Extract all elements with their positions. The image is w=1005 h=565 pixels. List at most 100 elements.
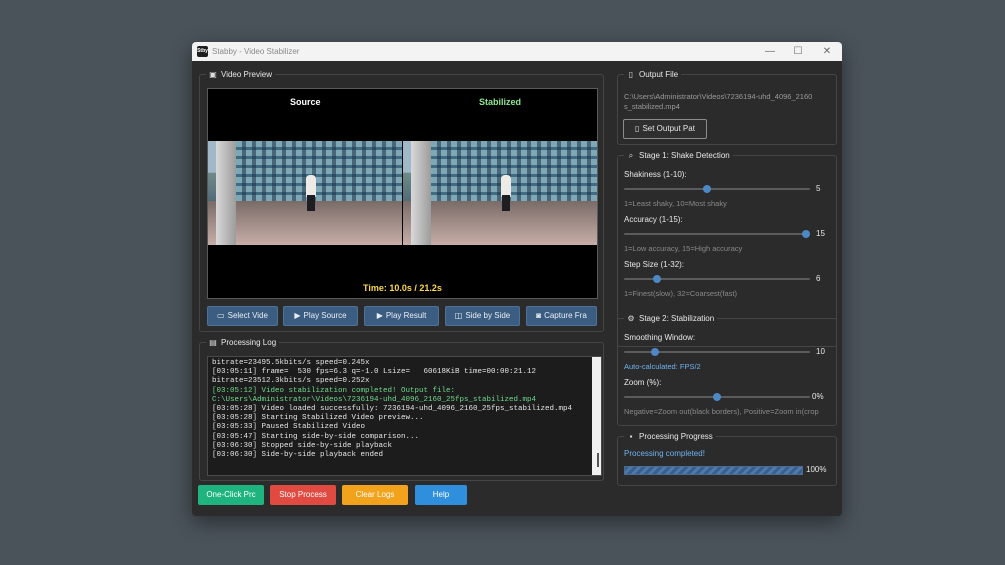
accuracy-value: 15 xyxy=(816,229,825,238)
source-label: Source xyxy=(290,97,321,107)
processing-log-group: ▤ Processing Log bitrate=23495.5kbits/s … xyxy=(199,338,604,481)
gear-icon: ⚙ xyxy=(627,313,635,323)
progress-title: ▪ Processing Progress xyxy=(624,432,716,441)
side-by-side-button[interactable]: ◫ Side by Side xyxy=(445,306,520,326)
file-icon: ▯ xyxy=(628,69,634,79)
output-path-line1: C:\Users\Administrator\Videos\7236194-uh… xyxy=(624,92,813,101)
stage2-title-text: Stage 2: Stabilization xyxy=(639,314,715,323)
video-canvas[interactable]: Source Stabilized Time: 10.0s / 21.2s xyxy=(207,88,598,299)
camera-icon: ◙ xyxy=(536,311,542,320)
title-bar: Stby Stabby - Video Stabilizer — ☐ ✕ xyxy=(192,42,842,61)
accuracy-label: Accuracy (1-15): xyxy=(624,215,683,224)
output-file-group: ▯ Output File C:\Users\Administrator\Vid… xyxy=(617,70,837,145)
select-video-label: Select Vide xyxy=(227,311,268,320)
step-size-value: 6 xyxy=(816,274,821,283)
video-preview-title-text: Video Preview xyxy=(221,70,272,79)
step-size-slider[interactable] xyxy=(624,275,810,283)
shakiness-slider-thumb[interactable] xyxy=(703,185,712,193)
output-file-title: ▯ Output File xyxy=(624,69,682,79)
processing-log-title-text: Processing Log xyxy=(221,338,277,347)
close-button[interactable]: ✕ xyxy=(820,45,834,59)
stage1-title-text: Stage 1: Shake Detection xyxy=(639,151,730,160)
stage2-group: ⚙ Stage 2: Stabilization Smoothing Windo… xyxy=(617,314,837,426)
log-scrollbar-thumb[interactable] xyxy=(597,453,599,467)
log-line: [03:05:12] Video stabilization completed… xyxy=(212,386,456,395)
progress-bar xyxy=(624,466,803,475)
play-source-button[interactable]: ▶ Play Source xyxy=(283,306,358,326)
shakiness-label: Shakiness (1-10): xyxy=(624,170,687,179)
progress-title-text: Processing Progress xyxy=(639,432,713,441)
step-size-label: Step Size (1-32): xyxy=(624,260,685,269)
log-textarea[interactable]: bitrate=23495.5kbits/s speed=0.245x [03:0… xyxy=(207,356,602,476)
one-click-process-button[interactable]: One-Click Prc xyxy=(198,485,264,505)
play-result-button[interactable]: ▶ Play Result xyxy=(364,306,439,326)
select-video-button[interactable]: ▭ Select Vide xyxy=(207,306,278,326)
zoom-hint: Negative=Zoom out(black borders), Positi… xyxy=(624,407,819,416)
save-icon: ▪ xyxy=(629,431,633,441)
shakiness-hint: 1=Least shaky, 10=Most shaky xyxy=(624,199,727,208)
log-scrollbar[interactable] xyxy=(592,357,601,475)
accuracy-slider[interactable] xyxy=(624,230,810,238)
clear-logs-button[interactable]: Clear Logs xyxy=(342,485,408,505)
progress-group: ▪ Processing Progress Processing complet… xyxy=(617,432,837,486)
capture-frame-button[interactable]: ◙ Capture Fra xyxy=(526,306,597,326)
set-output-path-button[interactable]: ▯ Set Output Pat xyxy=(623,119,707,139)
split-icon: ◫ xyxy=(454,311,463,320)
monitor-icon: ▣ xyxy=(209,69,217,79)
step-size-hint: 1=Finest(slow), 32=Coarsest(fast) xyxy=(624,289,737,298)
stage2-title: ⚙ Stage 2: Stabilization xyxy=(624,313,718,323)
stage1-title: ⌕ Stage 1: Shake Detection xyxy=(624,151,733,160)
log-line: bitrate=23512.3kbits/s speed=0.252x xyxy=(212,377,370,386)
log-line: [03:06:30] Side-by-side playback ended xyxy=(212,451,384,460)
progress-percent: 100% xyxy=(806,465,827,474)
play-icon: ▶ xyxy=(294,311,301,320)
file-icon: ▯ xyxy=(635,124,640,133)
log-line: [03:05:28] Video loaded successfully: 72… xyxy=(212,405,573,414)
video-preview-title: ▣ Video Preview xyxy=(206,70,275,79)
play-source-label: Play Source xyxy=(303,311,347,320)
output-path-line2: s_stabilized.mp4 xyxy=(624,102,680,111)
log-lines: bitrate=23495.5kbits/s speed=0.245x [03:0… xyxy=(212,359,592,460)
maximize-button[interactable]: ☐ xyxy=(791,45,805,59)
smoothing-slider[interactable] xyxy=(624,348,810,356)
folder-icon: ▭ xyxy=(217,311,225,320)
zoom-slider-thumb[interactable] xyxy=(713,393,721,401)
set-output-path-label: Set Output Pat xyxy=(642,124,695,133)
stabilized-label: Stabilized xyxy=(479,97,522,107)
accuracy-slider-thumb[interactable] xyxy=(802,230,810,238)
shakiness-slider[interactable] xyxy=(624,185,810,193)
log-line: [03:05:47] Starting side-by-side compari… xyxy=(212,432,420,441)
zoom-value: 0% xyxy=(812,392,824,401)
window-title: Stabby - Video Stabilizer xyxy=(212,47,300,56)
zoom-label: Zoom (%): xyxy=(624,378,662,387)
log-icon: ▤ xyxy=(209,337,217,347)
zoom-slider[interactable] xyxy=(624,393,810,401)
log-line: [03:06:30] Stopped side-by-side playback xyxy=(212,441,393,450)
video-preview-group: ▣ Video Preview Source Stabilized Time: … xyxy=(199,70,604,332)
side-by-side-label: Side by Side xyxy=(465,311,511,320)
stop-process-button[interactable]: Stop Process xyxy=(270,485,336,505)
log-line: bitrate=23495.5kbits/s speed=0.245x xyxy=(212,359,370,367)
output-file-title-text: Output File xyxy=(639,70,679,79)
play-icon: ▶ xyxy=(376,311,383,320)
smoothing-hint: Auto-calculated: FPS/2 xyxy=(624,362,701,371)
time-label: Time: 10.0s / 21.2s xyxy=(363,283,442,293)
step-size-slider-thumb[interactable] xyxy=(652,275,661,283)
log-line: [03:05:33] Paused Stabilized Video xyxy=(212,423,366,432)
smoothing-label: Smoothing Window: xyxy=(624,333,696,342)
minimize-button[interactable]: — xyxy=(763,45,777,59)
help-button[interactable]: Help xyxy=(415,485,467,505)
search-icon: ⌕ xyxy=(628,150,634,160)
app-logo-icon: Stby xyxy=(197,46,208,57)
play-result-label: Play Result xyxy=(385,311,427,320)
source-frame xyxy=(208,141,402,245)
smoothing-slider-thumb[interactable] xyxy=(650,348,659,356)
log-line: C:\Users\Administrator\Videos\7236194-uh… xyxy=(212,395,537,404)
processing-log-title: ▤ Processing Log xyxy=(206,337,280,347)
smoothing-value: 10 xyxy=(816,347,825,356)
log-line: [03:05:11] frame= 530 fps=6.3 q=-1.0 Lsi… xyxy=(212,368,537,377)
stabilized-frame xyxy=(403,141,597,245)
log-line: [03:05:28] Starting Stabilized Video pre… xyxy=(212,414,424,423)
accuracy-hint: 1=Low accuracy, 15=High accuracy xyxy=(624,244,743,253)
progress-status: Processing completed! xyxy=(624,449,705,458)
